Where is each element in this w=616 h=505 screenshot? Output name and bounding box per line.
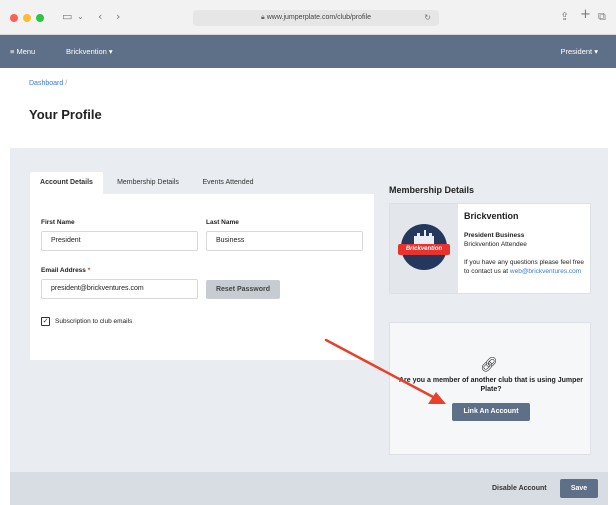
link-account-button[interactable]: Link An Account (452, 403, 530, 421)
breadcrumb: Dashboard / (29, 80, 67, 87)
top-navbar: ≡ Menu Brickvention ▾ President ▾ (0, 35, 616, 68)
first-name-field[interactable]: President (41, 231, 198, 251)
email-field[interactable]: president@brickventures.com (41, 279, 198, 299)
email-label: Email Address * (41, 267, 90, 274)
membership-heading: Membership Details (389, 185, 475, 195)
user-menu[interactable]: President ▾ (560, 47, 598, 56)
required-marker: * (87, 267, 91, 274)
contact-text: If you have any questions please feel fr… (464, 259, 588, 276)
sidebar-toggle-icon[interactable]: ▭ (62, 10, 72, 24)
last-name-field[interactable]: Business (206, 231, 363, 251)
last-name-label: Last Name (206, 219, 239, 226)
url-text: www.jumperplate.com/club/profile (266, 14, 371, 21)
member-role: President Business (464, 232, 525, 239)
close-window-dot[interactable] (10, 14, 18, 22)
forward-icon[interactable]: › (116, 10, 120, 24)
maximize-window-dot[interactable] (36, 14, 44, 22)
club-logo: Brickvention (390, 204, 458, 293)
minimize-window-dot[interactable] (23, 14, 31, 22)
first-name-label: First Name (41, 219, 75, 226)
reset-password-button[interactable]: Reset Password (206, 280, 280, 299)
link-account-question: Are you a member of another club that is… (399, 377, 583, 393)
tab-events-attended[interactable]: Events Attended (192, 172, 264, 194)
subscription-checkbox[interactable]: ✓ (41, 317, 50, 326)
account-details-card (30, 194, 374, 360)
disable-account-link[interactable]: Disable Account (492, 485, 547, 492)
menu-button[interactable]: ≡ Menu (10, 47, 35, 56)
logo-wordmark: Brickvention (398, 244, 450, 255)
chevron-down-icon[interactable]: ⌄ (77, 10, 84, 24)
membership-card: Brickvention Brickvention President Busi… (389, 203, 591, 294)
link-account-panel: 🔗︎ Are you a member of another club that… (389, 322, 591, 455)
page-title: Your Profile (29, 107, 102, 122)
save-button[interactable]: Save (560, 479, 598, 498)
tab-account-details[interactable]: Account Details (30, 172, 103, 194)
reload-icon[interactable]: ↻ (424, 10, 431, 26)
club-switcher[interactable]: Brickvention ▾ (66, 47, 113, 56)
new-tab-icon[interactable]: + (580, 8, 591, 22)
browser-toolbar: ▭ ⌄ ‹ › 🔒︎ www.jumperplate.com/club/profi… (0, 0, 616, 35)
tab-overview-icon[interactable]: ⧉ (598, 10, 606, 24)
link-icon: 🔗︎ (480, 357, 498, 373)
breadcrumb-separator: / (65, 80, 68, 87)
logo-castle-icon (414, 230, 434, 244)
subscription-label: Subscription to club emails (55, 318, 133, 325)
contact-email-link[interactable]: web@brickventures.com (510, 268, 581, 275)
share-icon[interactable]: ⇪ (560, 10, 569, 24)
club-name: Brickvention (464, 211, 519, 221)
address-bar[interactable]: 🔒︎ www.jumperplate.com/club/profile ↻ (193, 10, 439, 26)
breadcrumb-dashboard-link[interactable]: Dashboard (29, 80, 63, 87)
member-subtitle: Brickvention Attendee (464, 241, 527, 248)
tab-membership-details[interactable]: Membership Details (106, 172, 190, 194)
email-label-text: Email Address (41, 267, 86, 274)
lock-icon: 🔒︎ (261, 14, 265, 21)
back-icon[interactable]: ‹ (98, 10, 102, 24)
